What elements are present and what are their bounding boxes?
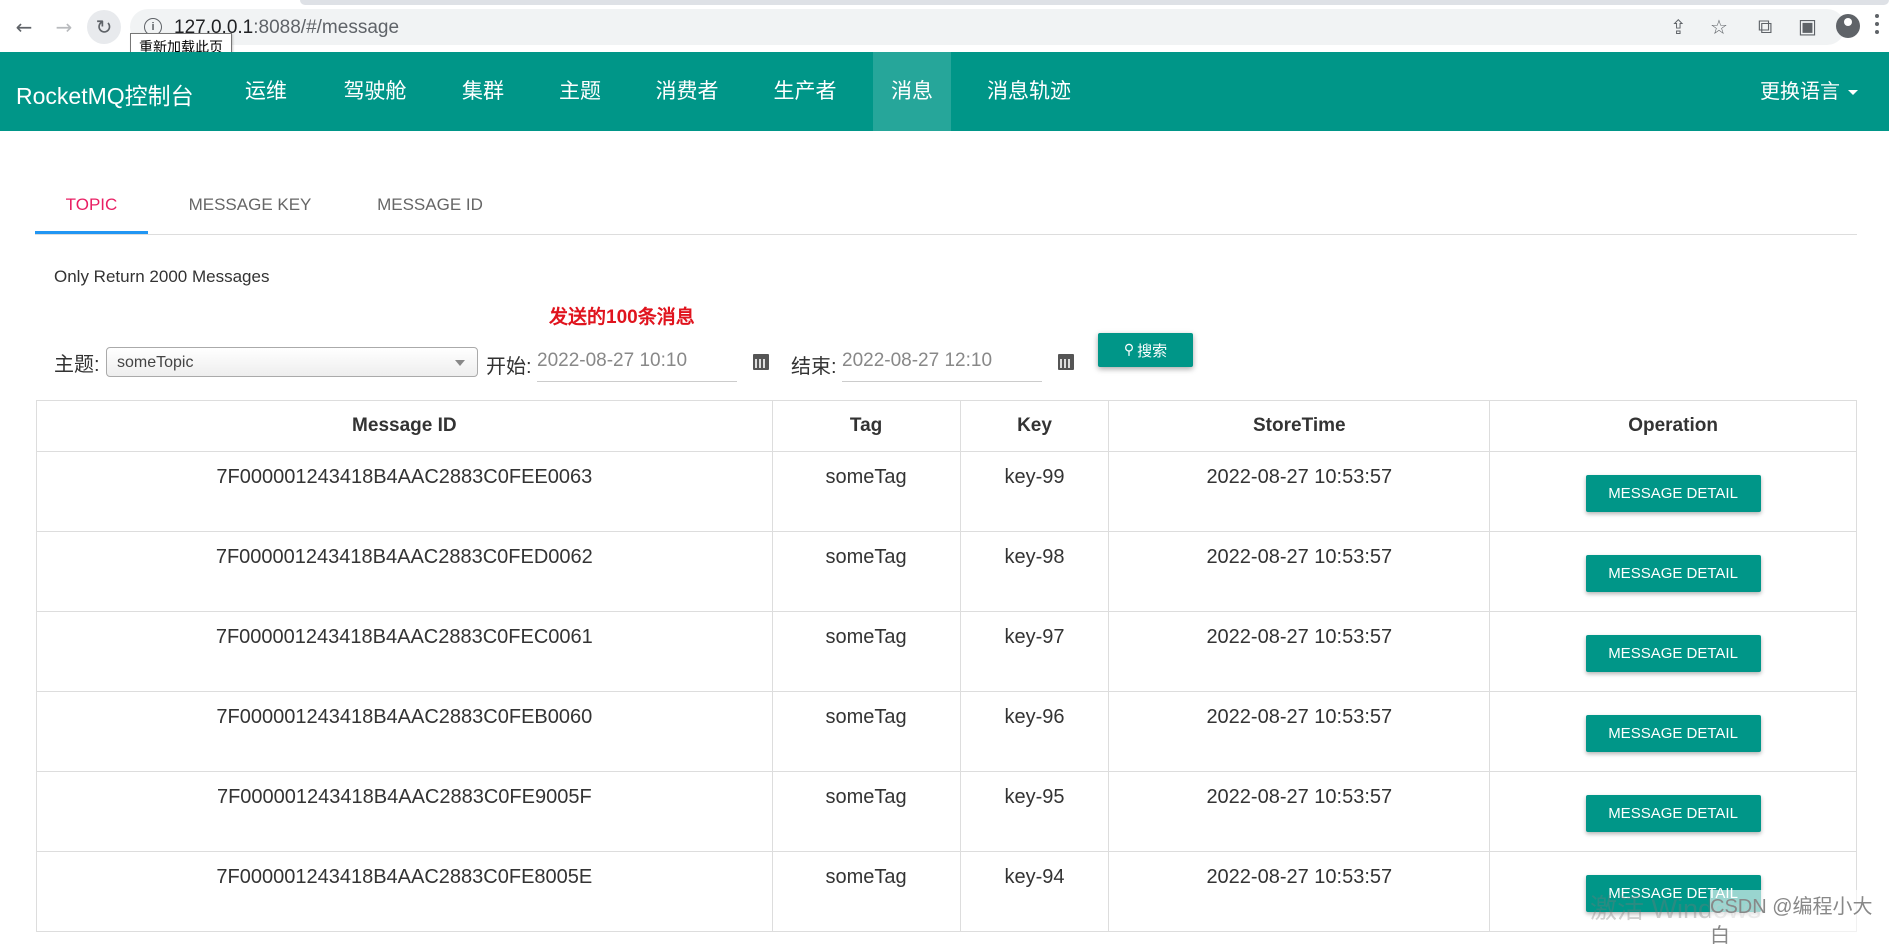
- nav-item-ops[interactable]: 运维: [228, 52, 304, 131]
- cell-store-time: 2022-08-27 10:53:57: [1108, 611, 1491, 692]
- nav-item-consumer[interactable]: 消费者: [640, 52, 734, 131]
- cell-store-time: 2022-08-27 10:53:57: [1108, 531, 1491, 612]
- message-detail-button[interactable]: MESSAGE DETAIL: [1585, 635, 1761, 672]
- table-row: 7F000001243418B4AAC2883C0FEE0063 someTag…: [36, 451, 1857, 532]
- header-store-time: StoreTime: [1108, 400, 1491, 452]
- nav-item-message-trace[interactable]: 消息轨迹: [975, 52, 1083, 131]
- message-detail-button[interactable]: MESSAGE DETAIL: [1585, 475, 1761, 512]
- result-limit-notice: Only Return 2000 Messages: [54, 267, 270, 286]
- browser-toolbar: ← → ↻ i 127.0.0.1:8088/#/message ⇪ ☆ ⧉ ▣…: [0, 0, 1889, 61]
- nav-item-cluster[interactable]: 集群: [445, 52, 521, 131]
- header-tag: Tag: [771, 400, 961, 452]
- cell-store-time: 2022-08-27 10:53:57: [1108, 451, 1491, 532]
- end-time-input[interactable]: [842, 341, 1042, 382]
- cell-operation: MESSAGE DETAIL: [1489, 451, 1857, 532]
- table-row: 7F000001243418B4AAC2883C0FE9005F someTag…: [36, 771, 1857, 852]
- reload-icon[interactable]: ↻: [87, 10, 121, 44]
- cell-key: key-95: [959, 771, 1110, 852]
- topic-select[interactable]: someTopic: [106, 347, 478, 377]
- messages-table: Message ID Tag Key StoreTime Operation 7…: [36, 400, 1857, 932]
- cell-key: key-97: [959, 611, 1110, 692]
- calendar-icon[interactable]: [753, 354, 769, 370]
- cell-tag: someTag: [771, 611, 961, 692]
- cell-key: key-96: [959, 691, 1110, 772]
- table-row: 7F000001243418B4AAC2883C0FEC0061 someTag…: [36, 611, 1857, 692]
- bookmark-star-icon[interactable]: ☆: [1710, 15, 1728, 39]
- share-icon[interactable]: ⇪: [1670, 15, 1687, 39]
- cell-store-time: 2022-08-27 10:53:57: [1108, 851, 1491, 932]
- csdn-credit-watermark: CSDN @编程小大白: [1710, 890, 1889, 948]
- address-bar[interactable]: i 127.0.0.1:8088/#/message ⇪ ☆: [130, 9, 1845, 45]
- extensions-puzzle-icon[interactable]: ⧉: [1758, 14, 1772, 38]
- cell-tag: someTag: [771, 531, 961, 612]
- cell-tag: someTag: [771, 851, 961, 932]
- cell-operation: MESSAGE DETAIL: [1489, 691, 1857, 772]
- brand-title[interactable]: RocketMQ控制台: [16, 77, 194, 111]
- cell-store-time: 2022-08-27 10:53:57: [1108, 771, 1491, 852]
- caret-down-icon: [1848, 90, 1858, 96]
- cell-message-id: 7F000001243418B4AAC2883C0FE9005F: [36, 771, 773, 852]
- tab-topic[interactable]: TOPIC: [35, 175, 148, 234]
- cell-message-id: 7F000001243418B4AAC2883C0FED0062: [36, 531, 773, 612]
- url-path: :8088/#/message: [253, 17, 400, 38]
- nav-item-producer[interactable]: 生产者: [758, 52, 852, 131]
- browser-menu-icon[interactable]: [1875, 14, 1879, 38]
- search-icon: ⚲: [1123, 342, 1135, 358]
- message-detail-button[interactable]: MESSAGE DETAIL: [1585, 715, 1761, 752]
- search-button-label: 搜索: [1137, 342, 1168, 360]
- tab-strip: [300, 0, 1889, 5]
- search-mode-tabs: TOPIC MESSAGE KEY MESSAGE ID: [35, 175, 1857, 235]
- cell-message-id: 7F000001243418B4AAC2883C0FEE0063: [36, 451, 773, 532]
- app-navbar: RocketMQ控制台 运维 驾驶舱 集群 主题 消费者 生产者 消息 消息轨迹…: [0, 52, 1889, 131]
- chevron-down-icon: [455, 360, 465, 366]
- header-key: Key: [959, 400, 1110, 452]
- table-row: 7F000001243418B4AAC2883C0FEB0060 someTag…: [36, 691, 1857, 772]
- topic-label: 主题:: [54, 354, 100, 376]
- header-message-id: Message ID: [36, 400, 773, 452]
- cell-key: key-94: [959, 851, 1110, 932]
- cell-message-id: 7F000001243418B4AAC2883C0FEB0060: [36, 691, 773, 772]
- start-label: 开始:: [486, 356, 532, 378]
- back-arrow-icon[interactable]: ←: [7, 10, 41, 44]
- message-detail-button[interactable]: MESSAGE DETAIL: [1585, 795, 1761, 832]
- profile-avatar-icon[interactable]: [1836, 14, 1860, 38]
- cell-operation: MESSAGE DETAIL: [1489, 611, 1857, 692]
- nav-item-dashboard[interactable]: 驾驶舱: [330, 52, 420, 131]
- message-detail-button[interactable]: MESSAGE DETAIL: [1585, 555, 1761, 592]
- cell-operation: MESSAGE DETAIL: [1489, 531, 1857, 612]
- side-panel-icon[interactable]: ▣: [1798, 14, 1817, 38]
- calendar-icon[interactable]: [1058, 354, 1074, 370]
- language-label: 更换语言: [1760, 81, 1840, 103]
- cell-message-id: 7F000001243418B4AAC2883C0FEC0061: [36, 611, 773, 692]
- language-dropdown[interactable]: 更换语言: [1760, 75, 1858, 104]
- table-row: 7F000001243418B4AAC2883C0FED0062 someTag…: [36, 531, 1857, 612]
- forward-arrow-icon[interactable]: →: [47, 10, 81, 44]
- cell-key: key-98: [959, 531, 1110, 612]
- red-annotation: 发送的100条消息: [549, 307, 695, 328]
- cell-message-id: 7F000001243418B4AAC2883C0FE8005E: [36, 851, 773, 932]
- cell-store-time: 2022-08-27 10:53:57: [1108, 691, 1491, 772]
- cell-tag: someTag: [771, 451, 961, 532]
- end-label: 结束:: [791, 356, 837, 378]
- cell-key: key-99: [959, 451, 1110, 532]
- table-header-row: Message ID Tag Key StoreTime Operation: [36, 400, 1857, 452]
- tab-message-id[interactable]: MESSAGE ID: [355, 175, 505, 234]
- search-button[interactable]: ⚲ 搜索: [1098, 333, 1193, 367]
- cell-tag: someTag: [771, 771, 961, 852]
- tab-message-key[interactable]: MESSAGE KEY: [173, 175, 327, 234]
- topic-select-value: someTopic: [117, 354, 194, 371]
- cell-tag: someTag: [771, 691, 961, 772]
- nav-item-topic[interactable]: 主题: [542, 52, 618, 131]
- start-time-input[interactable]: [537, 341, 737, 382]
- nav-item-message[interactable]: 消息: [873, 52, 951, 131]
- cell-operation: MESSAGE DETAIL: [1489, 771, 1857, 852]
- table-row: 7F000001243418B4AAC2883C0FE8005E someTag…: [36, 851, 1857, 932]
- header-operation: Operation: [1489, 400, 1857, 452]
